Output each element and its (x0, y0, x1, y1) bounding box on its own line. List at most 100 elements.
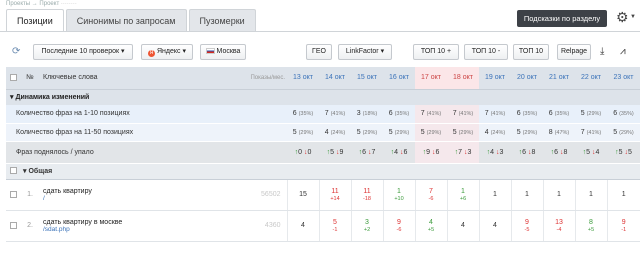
last-checks-dropdown[interactable]: Последние 10 проверок ▾ (33, 44, 133, 60)
position-cell[interactable]: 4 +5 (414, 210, 447, 242)
position-cell[interactable]: 1 (510, 179, 543, 211)
search-engine-dropdown[interactable]: Я Яндекс ▾ (141, 44, 193, 60)
breadcrumb-home-link[interactable]: Проекты (6, 1, 30, 7)
keyword-text[interactable]: сдать квартиру в москве (43, 219, 187, 226)
position-cell[interactable]: 8 +5 (574, 210, 607, 242)
col-keywords[interactable]: Ключевые слова (39, 67, 187, 90)
position-cell[interactable]: 1 +10 (382, 179, 415, 211)
group-title: Общая (28, 168, 53, 175)
dynamics-body: Количество фраз на 1-10 позициях 6 (35%) 7… (6, 105, 640, 164)
dropped-count: 6 (435, 148, 440, 156)
keyword-text[interactable]: сдать квартиру (43, 188, 187, 195)
position-value: 4 (429, 218, 433, 226)
chart-icon[interactable]: ⩘ (620, 47, 626, 57)
collapse-icon[interactable]: ▾ (10, 94, 14, 101)
position-value: 1 (461, 187, 465, 195)
col-date[interactable]: 17 окт (415, 67, 447, 90)
tab-puzomerki[interactable]: Пузомерки (188, 9, 256, 31)
col-date[interactable]: 20 окт (511, 67, 543, 90)
dynamics-row: Количество фраз на 11-50 позициях 5 (29%)… (6, 123, 640, 142)
position-cell[interactable]: 9 -1 (606, 210, 640, 242)
position-cell[interactable]: 11 +14 (318, 179, 351, 211)
top10-minus-button[interactable]: ТОП 10 - (464, 44, 508, 60)
percent-value: (35%) (522, 111, 538, 118)
percent-value: (41%) (586, 129, 602, 136)
relpage-button[interactable]: Relpage (557, 44, 591, 60)
position-cell[interactable]: 9 -6 (382, 210, 415, 242)
percent-value: (35%) (554, 111, 570, 118)
percent-value: (35%) (298, 111, 314, 118)
percent-value: (29%) (619, 129, 634, 136)
top10-button[interactable]: ТОП 10 (513, 44, 549, 60)
position-cell[interactable]: 1 (574, 179, 607, 211)
col-shows[interactable]: Показы/мес. (187, 67, 287, 90)
position-cell[interactable]: 1 (606, 179, 640, 211)
count-value: 5 (292, 128, 297, 136)
position-cell[interactable]: 1 +6 (446, 179, 479, 211)
position-value: 1 (397, 187, 401, 195)
position-cell[interactable]: 5 -1 (318, 210, 351, 242)
dynamics-cell: 7 (41%) (319, 105, 351, 124)
download-icon[interactable]: ⤓ (600, 47, 604, 57)
percent-value: (29%) (426, 129, 442, 136)
position-cell[interactable]: 11 -18 (350, 179, 383, 211)
position-cell[interactable]: 9 -5 (510, 210, 543, 242)
group-header-row[interactable]: ▾ Общая (6, 162, 640, 180)
breadcrumb-separator: → (31, 1, 38, 7)
position-cell[interactable]: 1 (542, 179, 575, 211)
select-all-checkbox[interactable] (6, 67, 21, 90)
russia-flag-icon (205, 48, 215, 54)
dynamics-cell: ↑6 ↓8 (511, 141, 543, 164)
col-date[interactable]: 16 окт (383, 67, 415, 90)
col-date[interactable]: 13 окт (287, 67, 319, 90)
dynamics-section-header[interactable]: ▾ Динамика изменений (6, 89, 640, 105)
raised-count: 9 (426, 148, 431, 156)
linkfactor-dropdown[interactable]: LinkFactor ▾ (338, 44, 392, 60)
col-date[interactable]: 22 окт (575, 67, 607, 90)
positions-table: № Ключевые слова Показы/мес. 13 окт 14 о… (6, 67, 640, 242)
percent-value: (41%) (458, 111, 474, 118)
top10-plus-button[interactable]: ТОП 10 + (413, 44, 459, 60)
row-checkbox[interactable] (6, 179, 21, 211)
dynamics-cell: ↑5 ↓9 (319, 141, 351, 164)
position-cell[interactable]: 1 (478, 179, 511, 211)
refresh-icon[interactable]: ⟳ (12, 47, 20, 57)
section-hints-button[interactable]: Подсказки по разделу (517, 10, 607, 27)
col-date[interactable]: 21 окт (543, 67, 575, 90)
gear-icon[interactable]: ⚙ (616, 9, 629, 25)
col-date[interactable]: 14 окт (319, 67, 351, 90)
tab-positions[interactable]: Позиции (6, 9, 64, 32)
chevron-down-icon[interactable]: ▼ (630, 14, 636, 20)
position-cell[interactable]: 3 +2 (350, 210, 383, 242)
percent-value: (41%) (426, 111, 442, 118)
col-date[interactable]: 23 окт (607, 67, 640, 90)
position-cell[interactable]: 15 (286, 179, 319, 211)
count-value: 7 (580, 128, 585, 136)
breadcrumb-project-name[interactable]: ········ (61, 1, 77, 7)
tab-synonyms[interactable]: Синонимы по запросам (65, 9, 187, 31)
keyword-url-link[interactable]: /sdat.php (43, 226, 187, 233)
col-date[interactable]: 19 окт (479, 67, 511, 90)
position-cell[interactable]: 4 (478, 210, 511, 242)
count-value: 6 (613, 110, 618, 118)
row-number: 2. (21, 210, 39, 242)
position-cell[interactable]: 4 (286, 210, 319, 242)
geo-button[interactable]: ГЕО (306, 44, 332, 60)
collapse-icon[interactable]: ▾ (23, 168, 27, 175)
position-value: 9 (525, 218, 529, 226)
count-value: 5 (452, 128, 457, 136)
position-cell[interactable]: 13 -4 (542, 210, 575, 242)
region-button[interactable]: Москва (200, 44, 246, 60)
col-date[interactable]: 15 окт (351, 67, 383, 90)
position-value: 7 (429, 187, 433, 195)
row-checkbox[interactable] (6, 210, 21, 242)
dynamics-cell: 6 (35%) (607, 105, 640, 124)
position-cell[interactable]: 7 -6 (414, 179, 447, 211)
group-checkbox[interactable] (6, 162, 21, 180)
raised-count: 6 (522, 148, 527, 156)
keyword-url-link[interactable]: / (43, 195, 187, 202)
position-delta: -1 (332, 226, 338, 233)
col-date[interactable]: 18 окт (447, 67, 479, 90)
position-value: 11 (363, 187, 371, 195)
position-cell[interactable]: 4 (446, 210, 479, 242)
